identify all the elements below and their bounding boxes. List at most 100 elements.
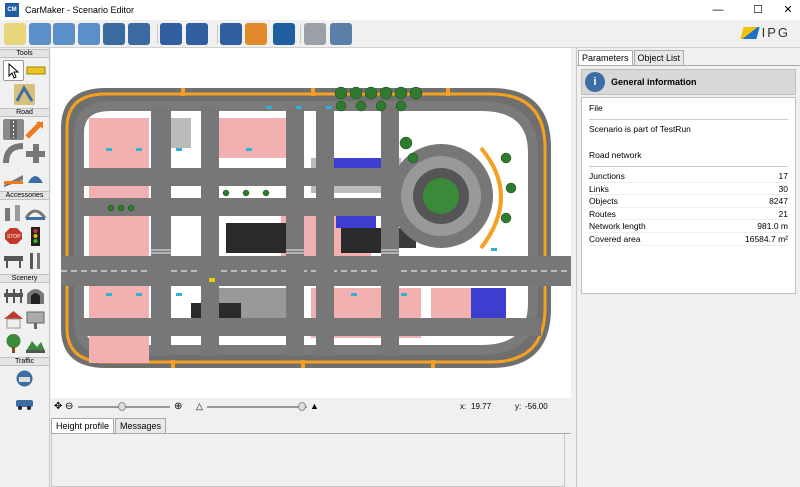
settings-icon[interactable] — [304, 23, 326, 45]
stat-row: Routes 21 — [589, 208, 788, 221]
help-icon[interactable] — [245, 23, 267, 45]
toolbar-separator — [157, 25, 158, 43]
file-label: File — [589, 103, 603, 113]
undo-icon[interactable] — [160, 23, 182, 45]
properties-panel: Parameters Object List i General informa… — [576, 48, 800, 487]
road-curve-icon[interactable] — [2, 143, 24, 164]
road-network-map[interactable] — [51, 48, 571, 398]
map-statusbar: ✥ ⊖ ⊕ △ ▲ x: 19.77 y: -56.00 — [51, 398, 571, 416]
tab-parameters[interactable]: Parameters — [578, 50, 633, 65]
road-junction-icon[interactable] — [25, 143, 47, 164]
palette-section-traffic: Traffic — [0, 357, 49, 366]
stat-value: 21 — [778, 208, 788, 219]
road-arrow-icon[interactable] — [25, 119, 47, 140]
info-icon: i — [585, 72, 605, 92]
ipg-logo-icon — [739, 26, 760, 39]
zoom-slider-handle[interactable] — [118, 402, 126, 411]
ipg-logo: IPG — [739, 25, 790, 40]
minimize-button[interactable]: — — [710, 3, 726, 17]
y-value: -56.00 — [525, 402, 548, 411]
import-icon[interactable] — [53, 23, 75, 45]
close-button[interactable]: ✕ — [780, 3, 796, 17]
x-value: 19.77 — [471, 402, 492, 411]
road-ramp-icon[interactable] — [2, 167, 24, 188]
toolbar-separator — [300, 25, 301, 43]
stat-row: Junctions 17 — [589, 170, 788, 183]
general-info-header: i General information — [581, 69, 796, 95]
stat-label: Network length — [589, 221, 646, 232]
object-palette: Tools Road Accessories STOP Scenery Traf… — [0, 48, 50, 487]
tab-height-profile[interactable]: Height profile — [51, 418, 115, 433]
palette-section-tools: Tools — [0, 49, 49, 58]
new-icon[interactable] — [4, 23, 26, 45]
stat-row: Network length 981.0 m — [589, 220, 788, 233]
fence-icon[interactable] — [2, 285, 24, 306]
screen-icon[interactable] — [330, 23, 352, 45]
x-label: x: — [460, 402, 467, 411]
house-icon[interactable] — [2, 309, 24, 330]
zoom-out-icon[interactable]: ⊖ — [65, 401, 73, 412]
traffic-object-icon[interactable] — [14, 368, 35, 389]
file-text: Scenario is part of TestRun — [589, 124, 691, 134]
title-bar: CM CarMaker - Scenario Editor — ☐ ✕ — [0, 0, 800, 20]
road-straight-icon[interactable] — [2, 119, 24, 140]
stop-sign-icon[interactable]: STOP — [2, 226, 24, 247]
vehicle-icon[interactable] — [14, 392, 35, 413]
stat-label: Covered area — [589, 233, 641, 244]
tunnel-icon[interactable] — [25, 285, 47, 306]
tree-icon[interactable] — [2, 333, 24, 354]
general-info-title: General information — [611, 77, 697, 87]
tilt-low-icon[interactable]: △ — [196, 401, 203, 412]
stat-row: Objects 8247 — [589, 195, 788, 208]
billboard-icon[interactable] — [25, 309, 47, 330]
map-tool-icon[interactable] — [14, 84, 35, 105]
main-toolbar: IPG — [0, 20, 800, 48]
stat-value: 17 — [778, 171, 788, 181]
stat-label: Routes — [589, 208, 616, 219]
save-as-icon[interactable] — [128, 23, 150, 45]
open-icon[interactable] — [29, 23, 51, 45]
redo-icon[interactable] — [186, 23, 208, 45]
tab-object-list[interactable]: Object List — [633, 50, 685, 65]
palette-section-scenery: Scenery — [0, 274, 49, 283]
roundabout-icon[interactable] — [25, 167, 47, 188]
tilt-high-icon[interactable]: ▲ — [310, 401, 319, 411]
bridge-icon[interactable] — [24, 202, 47, 223]
landscape-icon[interactable] — [25, 333, 47, 354]
stat-value: 8247 — [769, 196, 788, 207]
bottom-panel: Height profile Messages — [51, 418, 571, 487]
palette-section-road: Road — [0, 108, 49, 117]
toolbar-separator — [217, 25, 218, 43]
stat-row: Covered area 16584.7 m² — [589, 233, 788, 246]
palette-section-accessories: Accessories — [0, 191, 49, 200]
play-icon[interactable] — [273, 23, 295, 45]
stat-label: Junctions — [589, 171, 625, 181]
general-info-box: File Scenario is part of TestRun Road ne… — [581, 97, 796, 294]
window-title: CarMaker - Scenario Editor — [25, 5, 135, 15]
pan-icon[interactable]: ✥ — [54, 401, 62, 412]
save-icon[interactable] — [103, 23, 125, 45]
maximize-button[interactable]: ☐ — [750, 3, 766, 17]
tab-messages[interactable]: Messages — [115, 418, 167, 433]
height-profile-pane — [51, 434, 565, 487]
ipg-logo-text: IPG — [761, 25, 790, 40]
stat-label: Objects — [589, 196, 618, 207]
pointer-tool-icon[interactable] — [2, 60, 24, 81]
tilt-slider-handle[interactable] — [298, 402, 306, 411]
tilt-slider-track[interactable] — [207, 406, 307, 408]
stat-value: 30 — [778, 183, 788, 194]
stat-label: Links — [589, 183, 609, 194]
svg-text:STOP: STOP — [7, 234, 21, 240]
app-icon: CM — [5, 3, 19, 17]
traffic-light-icon[interactable] — [25, 226, 47, 247]
stat-value: 981.0 m — [757, 221, 788, 232]
map-canvas[interactable] — [51, 48, 571, 398]
barrier-icon[interactable] — [2, 250, 24, 271]
zoom-in-icon[interactable]: ⊕ — [174, 401, 182, 412]
pole-icon[interactable] — [25, 250, 47, 271]
export-icon[interactable] — [78, 23, 100, 45]
info-icon[interactable] — [220, 23, 242, 45]
marker-tool-icon[interactable] — [25, 60, 47, 81]
y-label: y: — [515, 402, 522, 411]
guardrail-icon[interactable] — [2, 202, 24, 223]
